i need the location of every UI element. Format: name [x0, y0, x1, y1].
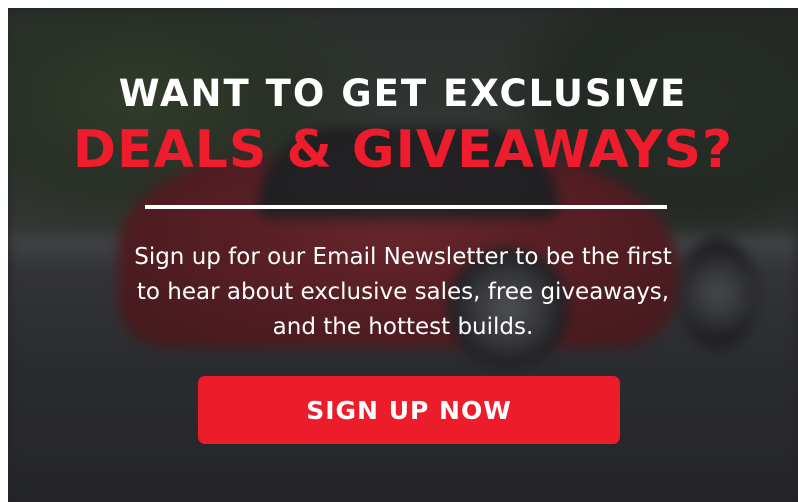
newsletter-description: Sign up for our Email Newsletter to be t… — [38, 240, 768, 345]
headline-primary: WANT TO GET EXCLUSIVE — [118, 72, 688, 115]
sign-up-button[interactable]: SIGN UP NOW — [198, 376, 620, 444]
description-line-1: Sign up for our Email Newsletter to be t… — [134, 244, 672, 270]
description-line-2: to hear about exclusive sales, free give… — [136, 279, 670, 305]
headline-divider — [145, 205, 667, 209]
banner-content: WANT TO GET EXCLUSIVE DEALS & GIVEAWAYS?… — [8, 8, 798, 502]
newsletter-banner: WANT TO GET EXCLUSIVE DEALS & GIVEAWAYS?… — [8, 8, 798, 502]
description-line-3: and the hottest builds. — [272, 314, 534, 340]
headline-accent: DEALS & GIVEAWAYS? — [72, 120, 734, 180]
